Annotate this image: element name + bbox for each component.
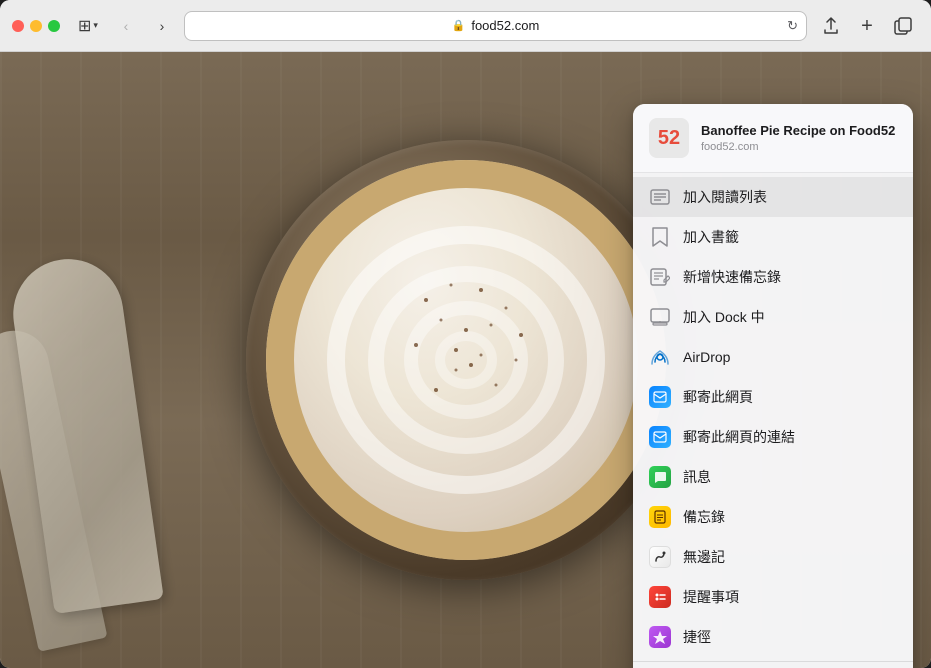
- pie-image: [246, 140, 686, 580]
- freeform-label: 無邊記: [683, 547, 725, 567]
- menu-item-add-dock[interactable]: 加入 Dock 中: [633, 297, 913, 337]
- sidebar-toggle-button[interactable]: ⊞ ▾: [72, 12, 104, 40]
- menu-item-notes[interactable]: 備忘錄: [633, 497, 913, 537]
- shortcuts-label: 捷徑: [683, 627, 711, 647]
- back-button[interactable]: ‹: [112, 12, 140, 40]
- plus-icon: +: [861, 16, 873, 36]
- close-button[interactable]: [12, 20, 24, 32]
- share-menu-header: 52 Banoffee Pie Recipe on Food52 food52.…: [633, 104, 913, 173]
- menu-item-bookmark[interactable]: 加入書籤: [633, 217, 913, 257]
- messages-icon: [649, 466, 671, 488]
- mail-link-label: 郵寄此網頁的連結: [683, 427, 795, 447]
- forward-button[interactable]: ›: [148, 12, 176, 40]
- mail-page-label: 郵寄此網頁: [683, 387, 753, 407]
- share-menu: 52 Banoffee Pie Recipe on Food52 food52.…: [633, 104, 913, 668]
- airdrop-label: AirDrop: [683, 349, 730, 365]
- duplicate-tab-button[interactable]: [887, 10, 919, 42]
- reading-list-label: 加入閱讀列表: [683, 187, 767, 207]
- menu-item-airdrop[interactable]: AirDrop: [633, 337, 913, 377]
- back-icon: ‹: [124, 18, 129, 34]
- reading-list-icon: [649, 186, 671, 208]
- notes-label: 備忘錄: [683, 507, 725, 527]
- page-content: 52 Banoffee Pie Recipe on Food52 food52.…: [0, 52, 931, 668]
- menu-items-list: 加入閱讀列表 加入書籤: [633, 173, 913, 668]
- site-title: Banoffee Pie Recipe on Food52: [701, 123, 897, 140]
- minimize-button[interactable]: [30, 20, 42, 32]
- toolbar-actions: +: [815, 10, 919, 42]
- forward-icon: ›: [160, 18, 165, 34]
- site-favicon: 52: [649, 118, 689, 158]
- menu-item-quick-note[interactable]: 新增快速備忘錄: [633, 257, 913, 297]
- browser-toolbar: ⊞ ▾ ‹ › 🔒 food52.com ↻ +: [0, 0, 931, 52]
- menu-item-reminders[interactable]: 提醒事項: [633, 577, 913, 617]
- share-icon: [822, 17, 840, 35]
- mail-page-icon: [649, 386, 671, 408]
- freeform-icon: [649, 546, 671, 568]
- sidebar-chevron-icon: ▾: [93, 20, 98, 31]
- sidebar-icon: ⊞: [78, 16, 91, 36]
- url-text: food52.com: [471, 18, 539, 33]
- quick-note-icon: [649, 266, 671, 288]
- menu-item-shortcuts[interactable]: 捷徑: [633, 617, 913, 657]
- maximize-button[interactable]: [48, 20, 60, 32]
- menu-item-messages[interactable]: 訊息: [633, 457, 913, 497]
- messages-label: 訊息: [683, 467, 711, 487]
- menu-item-mail-link[interactable]: 郵寄此網頁的連結: [633, 417, 913, 457]
- address-bar[interactable]: 🔒 food52.com ↻: [184, 11, 807, 41]
- site-info: Banoffee Pie Recipe on Food52 food52.com: [701, 123, 897, 153]
- quick-note-label: 新增快速備忘錄: [683, 267, 781, 287]
- menu-divider: [633, 661, 913, 662]
- mail-link-icon: [649, 426, 671, 448]
- add-dock-label: 加入 Dock 中: [683, 307, 765, 327]
- airdrop-icon: [649, 346, 671, 368]
- reload-button[interactable]: ↻: [787, 18, 798, 34]
- browser-window: ⊞ ▾ ‹ › 🔒 food52.com ↻ +: [0, 0, 931, 668]
- reminders-label: 提醒事項: [683, 587, 739, 607]
- new-tab-button[interactable]: +: [851, 10, 883, 42]
- menu-item-freeform[interactable]: 無邊記: [633, 537, 913, 577]
- bookmark-icon: [649, 226, 671, 248]
- lock-icon: 🔒: [452, 19, 466, 32]
- add-dock-icon: [649, 306, 671, 328]
- reminders-icon: [649, 586, 671, 608]
- site-url: food52.com: [701, 141, 897, 153]
- bookmark-label: 加入書籤: [683, 227, 739, 247]
- duplicate-icon: [894, 17, 912, 35]
- share-button[interactable]: [815, 10, 847, 42]
- notes-icon: [649, 506, 671, 528]
- menu-item-mail-page[interactable]: 郵寄此網頁: [633, 377, 913, 417]
- shortcuts-icon: [649, 626, 671, 648]
- traffic-lights: [12, 20, 60, 32]
- menu-item-reading-list[interactable]: 加入閱讀列表: [633, 177, 913, 217]
